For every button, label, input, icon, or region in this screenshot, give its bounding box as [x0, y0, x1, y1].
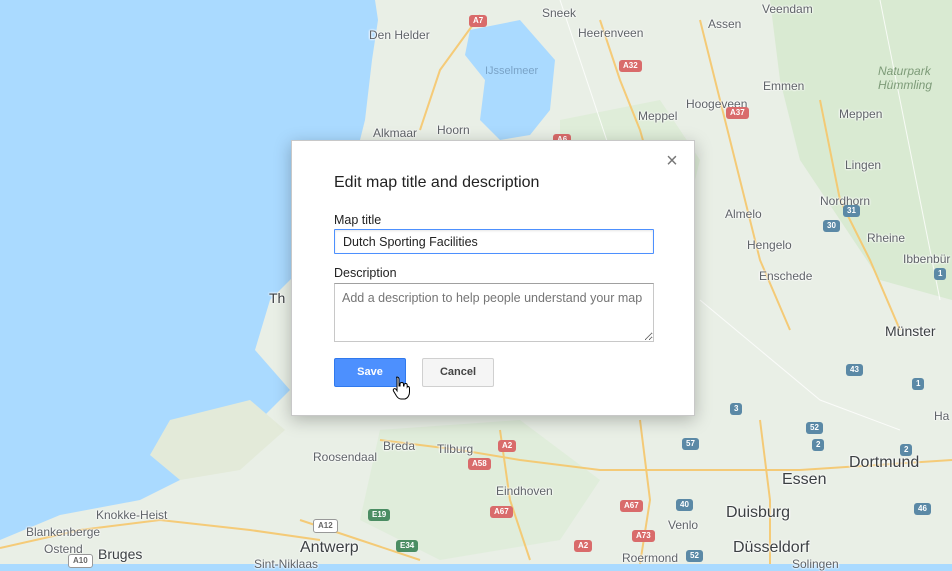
road-shield: A32	[619, 60, 642, 72]
road-shield: A7	[469, 15, 488, 27]
road-shield: 1	[912, 378, 925, 390]
road-shield: 46	[914, 503, 931, 515]
map-place-label: Antwerp	[300, 539, 359, 556]
map-place-label: Breda	[383, 439, 416, 453]
map-place-label: Meppen	[839, 107, 883, 121]
map-place-label: Almelo	[725, 207, 762, 221]
map-place-label: Sint-Niklaas	[254, 557, 319, 571]
map-place-label: Hengelo	[747, 238, 792, 252]
map-place-label: Tilburg	[437, 442, 474, 456]
road-shield: E19	[368, 509, 391, 521]
road-shield: 52	[806, 422, 823, 434]
map-place-label: Dortmund	[849, 454, 920, 471]
map-place-label: Duisburg	[726, 504, 791, 521]
road-shield: A67	[490, 506, 513, 518]
map-place-label: Naturpark	[878, 64, 931, 78]
road-shield: A2	[574, 540, 593, 552]
map-place-label: Hümmling	[878, 78, 933, 92]
road-shield: 3	[730, 403, 743, 415]
map-place-label: Ha	[934, 409, 950, 423]
map-place-label: Solingen	[792, 557, 839, 571]
map-place-label: Heerenveen	[578, 26, 644, 40]
map-place-label: Den Helder	[369, 28, 430, 42]
road-shield: 40	[676, 499, 693, 511]
map-place-label: Meppel	[638, 109, 678, 123]
map-place-label: Blankenberge	[26, 525, 101, 539]
map-place-label: Enschede	[759, 269, 813, 283]
dialog-title: Edit map title and description	[334, 174, 540, 191]
map-place-label: Emmen	[763, 79, 805, 93]
road-shield: 43	[846, 364, 863, 376]
road-shield: E34	[396, 540, 419, 552]
map-place-label: Rheine	[867, 231, 906, 245]
map-place-label: Alkmaar	[373, 126, 418, 140]
map-place-label: Hoorn	[437, 123, 470, 137]
road-shield: A37	[726, 107, 749, 119]
close-icon[interactable]: ×	[664, 151, 680, 171]
road-shield: 1	[934, 268, 947, 280]
map-place-label: Bruges	[98, 546, 143, 562]
map-place-label: Roosendaal	[313, 450, 378, 464]
road-shield: A67	[620, 500, 643, 512]
road-shield: 31	[843, 205, 860, 217]
map-place-label: Venlo	[668, 518, 699, 532]
map-place-label: Roermond	[622, 551, 679, 565]
map-place-label: Ibbenbür	[903, 252, 951, 266]
road-shield: 30	[823, 220, 840, 232]
map-title-input[interactable]	[334, 229, 654, 254]
map-place-label: Th	[269, 290, 286, 306]
map-place-label: Düsseldorf	[733, 539, 810, 556]
map-place-label: Essen	[782, 471, 827, 488]
map-place-label: IJsselmeer	[485, 65, 539, 77]
road-shield: A12	[313, 519, 338, 533]
map-title-label: Map title	[334, 213, 382, 227]
road-shield: 2	[812, 439, 825, 451]
road-shield: 57	[682, 438, 699, 450]
map-place-label: Sneek	[542, 6, 577, 20]
road-shield: A73	[632, 530, 655, 542]
edit-map-dialog: × Edit map title and description Map tit…	[291, 140, 695, 416]
hand-pointer-icon	[392, 376, 410, 400]
map-place-label: Lingen	[845, 158, 882, 172]
description-label: Description	[334, 266, 397, 280]
road-shield: 2	[900, 444, 913, 456]
road-shield: A58	[468, 458, 491, 470]
map-place-label: Assen	[708, 17, 742, 31]
road-shield: 52	[686, 550, 703, 562]
map-place-label: Veendam	[762, 2, 813, 16]
map-place-label: Münster	[885, 323, 936, 339]
map-place-label: Knokke-Heist	[96, 508, 168, 522]
road-shield: A10	[68, 554, 93, 568]
cancel-button[interactable]: Cancel	[422, 358, 494, 387]
description-textarea[interactable]	[334, 283, 654, 342]
road-shield: A2	[498, 440, 517, 452]
map-place-label: Eindhoven	[496, 484, 553, 498]
